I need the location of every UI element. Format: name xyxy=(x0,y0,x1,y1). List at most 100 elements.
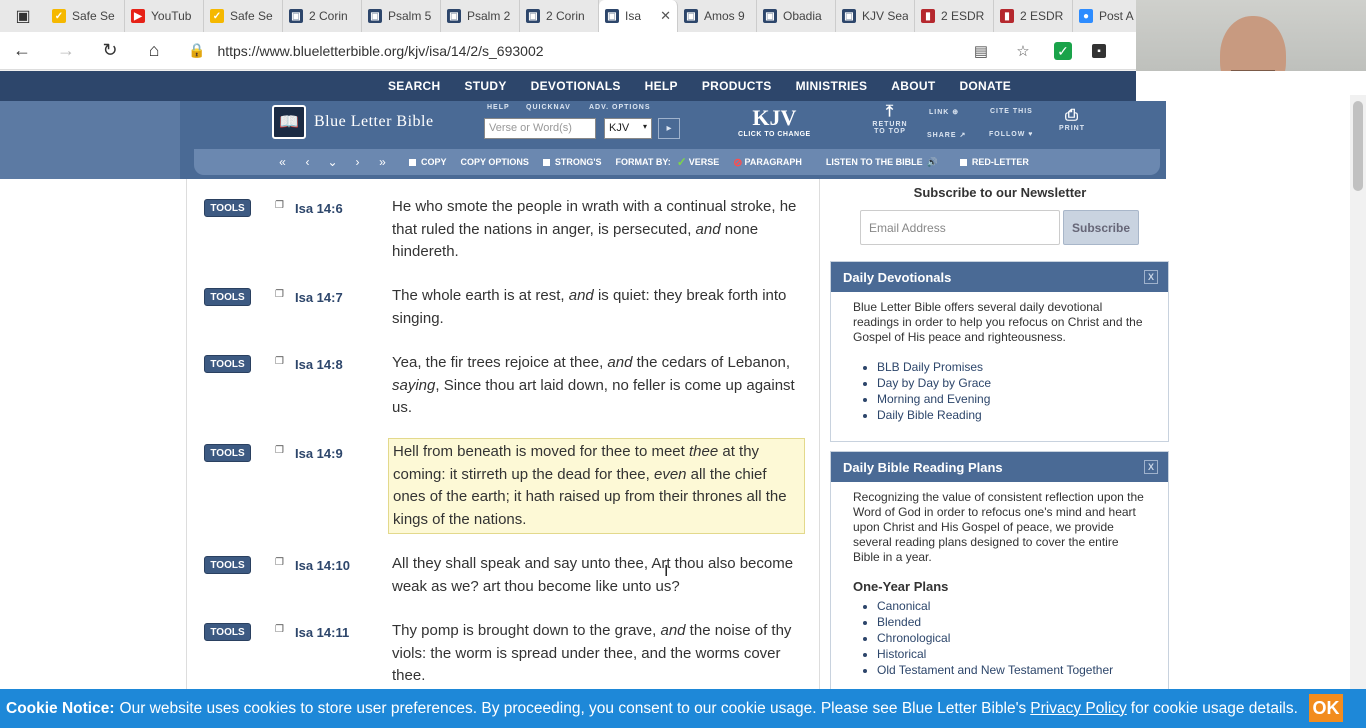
browser-tab[interactable]: ▮ 2 ESDR xyxy=(994,0,1073,32)
adv-options-link[interactable]: ADV. OPTIONS xyxy=(589,104,651,111)
list-item-link[interactable]: Daily Bible Reading xyxy=(877,407,1146,423)
last-chapter-icon[interactable]: » xyxy=(370,155,395,169)
browser-tab[interactable]: ▣ Psalm 2 xyxy=(441,0,520,32)
page-scrollbar[interactable] xyxy=(1350,95,1366,689)
list-item-link[interactable]: Historical xyxy=(877,646,1146,662)
search-input[interactable]: Verse or Word(s) xyxy=(484,118,596,139)
browser-tab[interactable]: ▣ Amos 9 xyxy=(678,0,757,32)
share-button[interactable]: SHARE ↗ xyxy=(927,131,966,139)
nav-item-study[interactable]: STUDY xyxy=(464,79,506,93)
url-field[interactable]: 🔒 https://www.blueletterbible.org/kjv/is… xyxy=(188,36,948,66)
strongs-toggle[interactable]: STRONG'S xyxy=(542,157,602,167)
browser-tab[interactable]: ▣ Obadia xyxy=(757,0,836,32)
privacy-policy-link[interactable]: Privacy Policy xyxy=(1030,700,1126,718)
list-item-link[interactable]: Morning and Evening xyxy=(877,391,1146,407)
copy-options-button[interactable]: COPY OPTIONS xyxy=(461,157,529,167)
list-item-link[interactable]: Old Testament and New Testament Together xyxy=(877,662,1146,678)
help-link[interactable]: HELP xyxy=(487,104,510,111)
verse-reference[interactable]: Isa 14:9 xyxy=(295,446,343,461)
list-item-link[interactable]: Canonical xyxy=(877,598,1146,614)
copy-verse-icon[interactable]: ❐ xyxy=(275,289,284,300)
nav-item-ministries[interactable]: MINISTRIES xyxy=(796,79,868,93)
tools-button[interactable]: TOOLS xyxy=(204,556,251,574)
site-logo[interactable]: 📖 Blue Letter Bible xyxy=(272,105,434,139)
tab-title: 2 Corin xyxy=(546,9,585,23)
cookie-ok-button[interactable]: OK xyxy=(1309,694,1343,722)
quicknav-link[interactable]: QUICKNAV xyxy=(526,104,571,111)
first-chapter-icon[interactable]: « xyxy=(270,155,295,169)
follow-button[interactable]: FOLLOW ♥ xyxy=(989,131,1033,138)
tools-button[interactable]: TOOLS xyxy=(204,199,251,217)
nav-item-search[interactable]: SEARCH xyxy=(388,79,440,93)
checkmark-icon: ✓ xyxy=(52,9,66,23)
nav-item-donate[interactable]: DONATE xyxy=(959,79,1011,93)
list-item-link[interactable]: Chronological xyxy=(877,630,1146,646)
browser-tab[interactable]: ▣ 2 Corin xyxy=(283,0,362,32)
verse-reference[interactable]: Isa 14:8 xyxy=(295,357,343,372)
verse-reference[interactable]: Isa 14:10 xyxy=(295,558,350,573)
kjv-version-switch[interactable]: KJV CLICK TO CHANGE xyxy=(738,105,811,138)
copy-verse-icon[interactable]: ❐ xyxy=(275,624,284,635)
copy-verse-icon[interactable]: ❐ xyxy=(275,200,284,211)
extension-check-icon[interactable]: ✓ xyxy=(1054,42,1072,60)
print-button[interactable]: ⎙ PRINT xyxy=(1056,107,1088,132)
email-field[interactable]: Email Address xyxy=(860,210,1060,245)
nav-item-products[interactable]: PRODUCTS xyxy=(702,79,772,93)
browser-tab[interactable]: ▮ 2 ESDR xyxy=(915,0,994,32)
link-button[interactable]: LINK ⊕ xyxy=(929,108,959,116)
browser-tab[interactable]: ▶ YouTub xyxy=(125,0,204,32)
browser-tab[interactable]: ✓ Safe Se xyxy=(46,0,125,32)
favorite-star-icon[interactable]: ☆ xyxy=(1012,40,1034,62)
copy-button[interactable]: COPY xyxy=(409,157,447,167)
browser-tab[interactable]: ▣ Psalm 5 xyxy=(362,0,441,32)
close-icon[interactable]: X xyxy=(1144,460,1158,474)
cookie-notice: Cookie Notice: Our website uses cookies … xyxy=(0,689,1366,728)
copy-verse-icon[interactable]: ❐ xyxy=(275,557,284,568)
verse-reference[interactable]: Isa 14:7 xyxy=(295,290,343,305)
nav-item-about[interactable]: ABOUT xyxy=(891,79,935,93)
nav-item-help[interactable]: HELP xyxy=(645,79,678,93)
verse-label: VERSE xyxy=(688,157,720,167)
verse-reference[interactable]: Isa 14:11 xyxy=(295,625,349,640)
home-icon[interactable]: ⌂ xyxy=(132,32,176,70)
list-item-link[interactable]: BLB Daily Promises xyxy=(877,359,1146,375)
format-verse-option[interactable]: ✓ VERSE xyxy=(677,155,720,169)
copy-verse-icon[interactable]: ❐ xyxy=(275,356,284,367)
return-to-top-button[interactable]: ⤒ RETURN TO TOP xyxy=(872,103,908,135)
refresh-icon[interactable]: ↻ xyxy=(88,32,132,70)
close-tab-icon[interactable]: ✕ xyxy=(656,8,671,24)
tab-actions-icon[interactable]: ▣ xyxy=(0,0,46,32)
tools-button[interactable]: TOOLS xyxy=(204,355,251,373)
close-icon[interactable]: X xyxy=(1144,270,1158,284)
logo-text: Blue Letter Bible xyxy=(314,113,434,130)
reader-view-icon[interactable]: ▤ xyxy=(970,40,992,62)
tools-button[interactable]: TOOLS xyxy=(204,444,251,462)
tools-button[interactable]: TOOLS xyxy=(204,623,251,641)
tools-button[interactable]: TOOLS xyxy=(204,288,251,306)
format-by-label: FORMAT BY: xyxy=(615,157,671,167)
red-letter-toggle[interactable]: RED-LETTER xyxy=(959,157,1029,167)
verse-reference[interactable]: Isa 14:6 xyxy=(295,201,343,216)
nav-item-devotionals[interactable]: DEVOTIONALS xyxy=(531,79,621,93)
format-paragraph-option[interactable]: ⊘ PARAGRAPH xyxy=(733,156,802,169)
next-chapter-icon[interactable]: › xyxy=(345,155,370,169)
extension-icon[interactable]: ▪ xyxy=(1092,44,1106,58)
listen-button[interactable]: LISTEN TO THE BIBLE 🔊 xyxy=(826,157,938,168)
browser-tab[interactable]: ▣ Isa ✕ xyxy=(599,0,678,32)
browser-tab[interactable]: ✓ Safe Se xyxy=(204,0,283,32)
list-item-link[interactable]: Blended xyxy=(877,614,1146,630)
cite-button[interactable]: CITE THIS xyxy=(990,108,1033,115)
text-cursor-icon: I xyxy=(664,563,669,580)
subscribe-button[interactable]: Subscribe xyxy=(1063,210,1139,245)
list-item-link[interactable]: Day by Day by Grace xyxy=(877,375,1146,391)
browser-tab[interactable]: ▣ 2 Corin xyxy=(520,0,599,32)
chapter-list-icon[interactable]: ⌄ xyxy=(320,155,345,169)
back-icon[interactable]: ← xyxy=(0,32,44,70)
search-go-button[interactable]: ▸ xyxy=(658,118,680,139)
browser-tab[interactable]: ▣ KJV Sea xyxy=(836,0,915,32)
version-select[interactable]: KJV ▾ xyxy=(604,118,652,139)
forward-icon[interactable]: → xyxy=(44,32,88,70)
scrollbar-thumb[interactable] xyxy=(1353,101,1363,191)
prev-chapter-icon[interactable]: ‹ xyxy=(295,155,320,169)
copy-verse-icon[interactable]: ❐ xyxy=(275,445,284,456)
